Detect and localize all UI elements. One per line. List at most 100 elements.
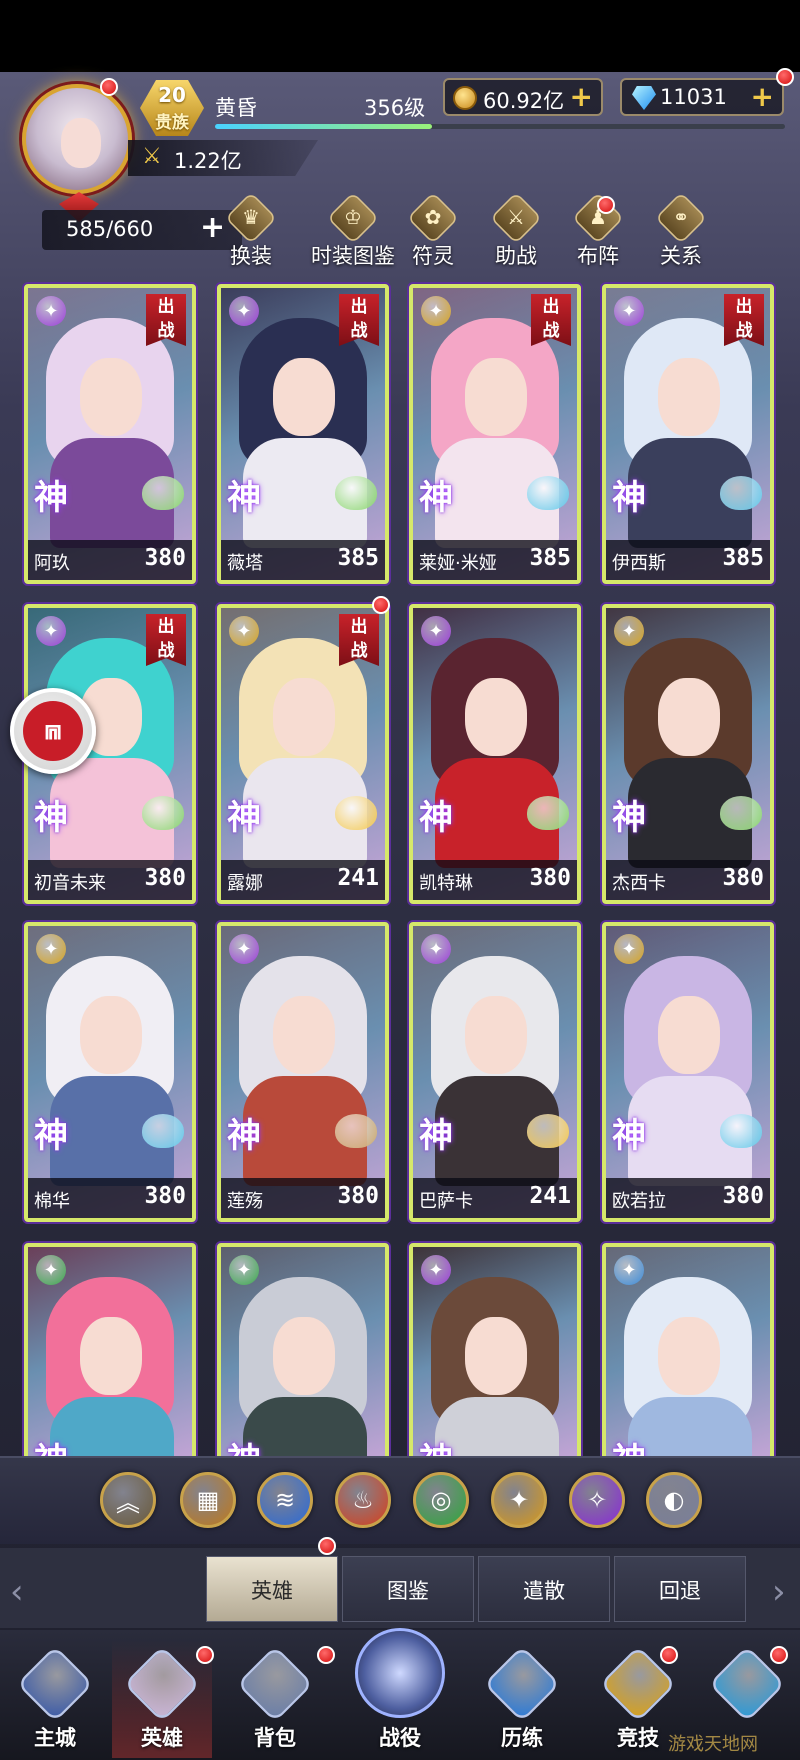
castle-icon <box>16 1645 94 1723</box>
god-rank-label: 神 <box>419 1116 453 1156</box>
hero-name-bar: 薇塔 385 <box>221 540 385 580</box>
collapse-filter-icon[interactable]: ︽ <box>100 1472 156 1528</box>
hero-power: 380 <box>529 865 571 891</box>
hero-name-bar: 棉华 380 <box>28 1178 192 1218</box>
hero-face <box>80 996 142 1074</box>
hero-power: 380 <box>144 865 186 891</box>
watermark: 游戏天地网 <box>668 1734 758 1755</box>
nav-battle[interactable]: 战役 <box>345 1620 455 1758</box>
gold-element-icon: ✦ <box>36 934 66 964</box>
hero-face <box>273 1317 335 1395</box>
light-filter-icon[interactable]: ✦ <box>491 1472 547 1528</box>
hero-card[interactable]: ✦神 <box>217 1243 389 1473</box>
hero-card[interactable]: ✦ 神凯特琳 380 <box>409 604 581 904</box>
hero-portrait <box>28 926 192 1218</box>
pet-icon <box>142 796 184 830</box>
tab-1[interactable]: 图鉴 <box>342 1556 474 1622</box>
pet-icon <box>527 796 569 830</box>
fire-filter-icon[interactable]: ♨ <box>335 1472 391 1528</box>
gem-value: 11031 <box>660 85 727 109</box>
tabs-right-arrow-icon[interactable]: › <box>772 1572 786 1612</box>
hero-face <box>273 358 335 436</box>
hero-card[interactable]: ✦神 <box>602 1243 774 1473</box>
hero-portrait <box>606 608 770 900</box>
water-filter-icon[interactable]: ≋ <box>257 1472 313 1528</box>
tab-0[interactable]: 英雄 <box>206 1556 338 1622</box>
floating-menu-button[interactable]: ⩎ <box>10 688 96 774</box>
blue-element-icon: ✦ <box>614 1255 644 1285</box>
hero-card[interactable]: ✦ 出战神莱娅·米娅 385 <box>409 284 581 584</box>
hero-card[interactable]: ✦ 神莲殇 380 <box>217 922 389 1222</box>
god-rank-label: 神 <box>227 1116 261 1156</box>
floating-menu-icon: ⩎ <box>23 701 83 761</box>
purple-element-icon: ✦ <box>421 934 451 964</box>
hero-name: 薇塔 <box>227 553 263 574</box>
hero-card[interactable]: ✦神 <box>24 1243 196 1473</box>
dark-filter-icon[interactable]: ✧ <box>569 1472 625 1528</box>
hero-name: 阿玖 <box>34 553 70 574</box>
hero-card[interactable]: ✦ 出战神露娜 241 <box>217 604 389 904</box>
tabs-left-arrow-icon[interactable]: ‹ <box>10 1572 24 1612</box>
gem-notification-dot <box>776 68 794 86</box>
nav-label: 历练 <box>501 1726 543 1750</box>
purple-element-icon: ✦ <box>229 934 259 964</box>
hero-name: 杰西卡 <box>612 873 666 894</box>
purple-element-icon: ✦ <box>421 1255 451 1285</box>
pet-icon <box>527 476 569 510</box>
hero-name-bar: 初音未来 380 <box>28 860 192 900</box>
pet-icon <box>335 476 377 510</box>
hero-face <box>273 996 335 1074</box>
hero-power: 385 <box>722 545 764 571</box>
hero-power: 385 <box>529 545 571 571</box>
hero-card[interactable]: ✦ 出战神薇塔 385 <box>217 284 389 584</box>
hero-name-bar: 露娜 241 <box>221 860 385 900</box>
pet-icon <box>335 1114 377 1148</box>
hero-name-bar: 莱娅·米娅 385 <box>413 540 577 580</box>
gold-element-icon: ✦ <box>229 616 259 646</box>
combat-power: ⚔ 1.22亿 <box>128 140 318 176</box>
tab-3[interactable]: 回退 <box>614 1556 746 1622</box>
god-rank-label: 神 <box>227 478 261 518</box>
tab-label: 英雄 <box>251 1579 293 1603</box>
avatar[interactable] <box>22 84 132 194</box>
wind-filter-icon[interactable]: ◎ <box>413 1472 469 1528</box>
player-level: 356级 <box>364 96 426 120</box>
mix-filter-icon[interactable]: ◐ <box>646 1472 702 1528</box>
deployed-label: 出 <box>735 297 753 317</box>
add-gold-button[interactable]: + <box>570 80 593 113</box>
deployed-label: 出 <box>157 297 175 317</box>
nav-bag[interactable]: 背包 <box>225 1640 325 1758</box>
hero-card[interactable]: ✦ 神棉华 380 <box>24 922 196 1222</box>
hero-card[interactable]: ✦ 神巴萨卡 241 <box>409 922 581 1222</box>
green-element-icon: ✦ <box>36 1255 66 1285</box>
pet-icon <box>720 1114 762 1148</box>
tab-2[interactable]: 遣散 <box>478 1556 610 1622</box>
hero-power: 380 <box>337 1183 379 1209</box>
god-rank-label: 神 <box>419 798 453 838</box>
hero-power: 380 <box>722 865 764 891</box>
hero-card[interactable]: ✦ 出战神伊西斯 385 <box>602 284 774 584</box>
hero-card[interactable]: ✦神 <box>409 1243 581 1473</box>
hero-name-bar: 阿玖 380 <box>28 540 192 580</box>
hero-card[interactable]: ✦ 神杰西卡 380 <box>602 604 774 904</box>
feature-relation[interactable]: ⚭ 关系 <box>636 191 726 273</box>
assist-notification-dot <box>597 196 615 214</box>
all-filter-icon[interactable]: ▦ <box>180 1472 236 1528</box>
hero-name-bar: 凯特琳 380 <box>413 860 577 900</box>
tab-label: 遣散 <box>523 1579 565 1603</box>
hero-face <box>465 678 527 756</box>
hero-name: 初音未来 <box>34 873 106 894</box>
add-gem-button[interactable]: + <box>751 80 774 113</box>
tab-notification-dot <box>318 1537 336 1555</box>
nav-trial[interactable]: 历练 <box>472 1640 572 1758</box>
diamond-icon <box>632 86 656 110</box>
hero-face <box>658 1317 720 1395</box>
hero-notification-dot <box>372 596 390 614</box>
nav-castle[interactable]: 主城 <box>5 1640 105 1758</box>
hero-card[interactable]: ✦ 出战神阿玖 380 <box>24 284 196 584</box>
hero-card[interactable]: ✦ 神欧若拉 380 <box>602 922 774 1222</box>
feature-label: 换装 <box>230 244 272 268</box>
hero-portrait <box>413 926 577 1218</box>
deployed-label: 出 <box>542 297 560 317</box>
feature-wardrobe[interactable]: ♛ 换装 <box>206 191 296 273</box>
